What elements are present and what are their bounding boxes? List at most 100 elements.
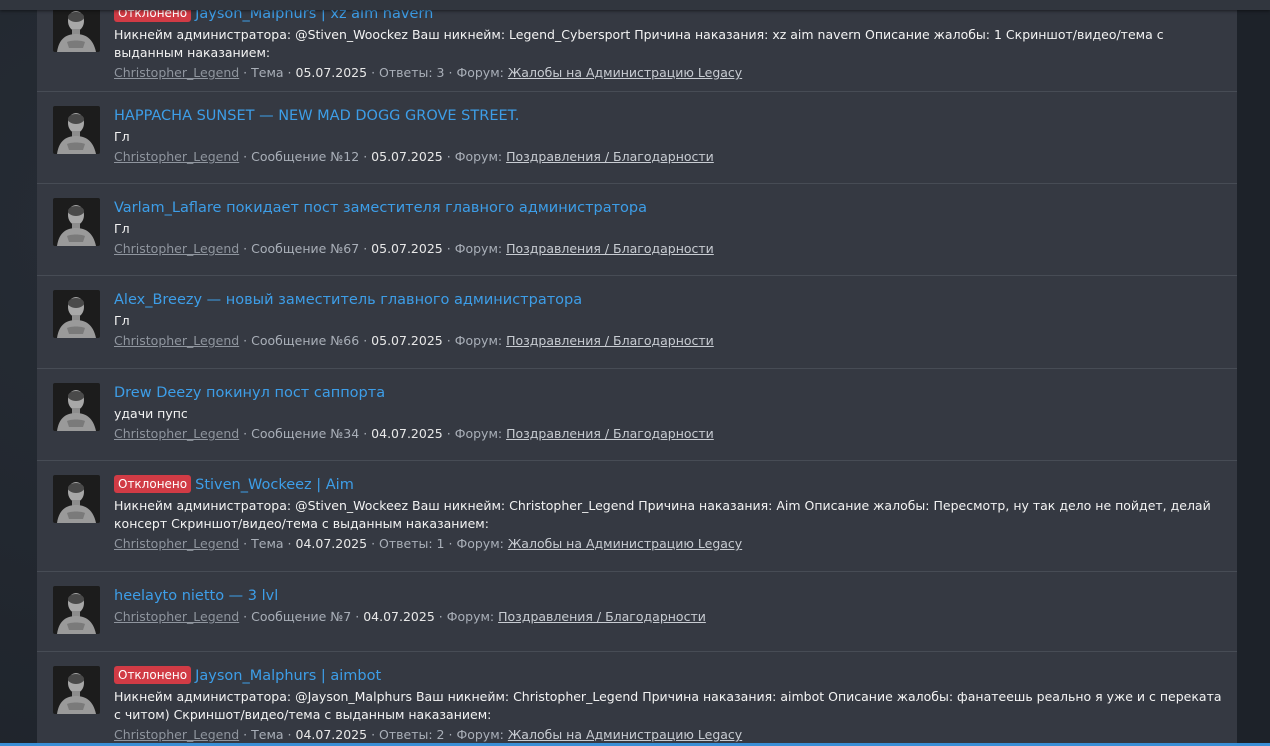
result-date: 05.07.2025 bbox=[371, 149, 443, 164]
avatar[interactable] bbox=[53, 586, 100, 634]
result-title-link[interactable]: HAPPACHA SUNSET — NEW MAD DOGG GROVE STR… bbox=[114, 108, 519, 124]
result-snippet: Гл bbox=[114, 313, 130, 328]
author-link[interactable]: Christopher_Legend bbox=[114, 149, 239, 164]
result-content: Отклонено Jayson_Malphurs | aimbot Никней… bbox=[114, 664, 1225, 744]
forum-link[interactable]: Поздравления / Благодарности bbox=[506, 426, 714, 441]
result-meta: Christopher_Legend · Сообщение №12 · 05.… bbox=[114, 149, 714, 164]
result-snippet: Никнейм администратора: @Jayson_Malphurs… bbox=[114, 689, 1222, 722]
forum-link[interactable]: Поздравления / Благодарности bbox=[506, 333, 714, 348]
search-result: Отклонено Stiven_Wockeez | Aim Никнейм ад… bbox=[37, 461, 1237, 572]
result-type: Тема bbox=[251, 727, 284, 742]
result-title-link[interactable]: Alex_Breezy — новый заместитель главного… bbox=[114, 292, 582, 308]
author-link[interactable]: Christopher_Legend bbox=[114, 65, 239, 80]
search-results-list: Отклонено Jayson_Malphurs | xz aim navern… bbox=[37, 0, 1237, 746]
result-snippet: Гл bbox=[114, 221, 130, 236]
result-date: 04.07.2025 bbox=[295, 727, 368, 742]
result-date: 05.07.2025 bbox=[371, 241, 443, 256]
result-content: Varlam_Laflare покидает пост заместителя… bbox=[114, 196, 1225, 258]
forum-link[interactable]: Жалобы на Администрацию Legacy bbox=[508, 65, 742, 80]
search-result: Отклонено Jayson_Malphurs | aimbot Никней… bbox=[37, 652, 1237, 746]
result-title-line: heelayto nietto — 3 lvl bbox=[114, 584, 1225, 606]
result-meta: Christopher_Legend · Сообщение №7 · 04.0… bbox=[114, 609, 706, 624]
author-link[interactable]: Christopher_Legend bbox=[114, 333, 239, 348]
result-type: Тема bbox=[251, 65, 284, 80]
result-title-line: Отклонено Jayson_Malphurs | aimbot bbox=[114, 664, 1225, 686]
avatar[interactable] bbox=[53, 475, 100, 523]
result-type: Сообщение №7 bbox=[251, 609, 352, 624]
forum-label: Форум: bbox=[456, 536, 504, 551]
result-content: HAPPACHA SUNSET — NEW MAD DOGG GROVE STR… bbox=[114, 104, 1225, 166]
reply-count: Ответы: 2 bbox=[379, 727, 445, 742]
result-date: 04.07.2025 bbox=[295, 536, 368, 551]
avatar[interactable] bbox=[53, 106, 100, 154]
result-snippet: Никнейм администратора: @Stiven_Wockeez … bbox=[114, 498, 1211, 531]
search-results-panel: Отклонено Jayson_Malphurs | xz aim navern… bbox=[37, 0, 1237, 746]
forum-label: Форум: bbox=[454, 426, 503, 441]
result-type: Сообщение №67 bbox=[251, 241, 360, 256]
forum-label: Форум: bbox=[446, 609, 495, 624]
author-link[interactable]: Christopher_Legend bbox=[114, 727, 239, 742]
result-meta: Christopher_Legend · Тема · 04.07.2025 ·… bbox=[114, 727, 743, 742]
result-meta: Christopher_Legend · Тема · 05.07.2025 ·… bbox=[114, 65, 743, 80]
result-content: Drew Deezy покинул пост саппорта удачи п… bbox=[114, 381, 1225, 443]
result-type: Сообщение №12 bbox=[251, 149, 360, 164]
author-link[interactable]: Christopher_Legend bbox=[114, 241, 239, 256]
avatar[interactable] bbox=[53, 198, 100, 246]
reply-count: Ответы: 3 bbox=[379, 65, 445, 80]
result-date: 05.07.2025 bbox=[371, 333, 443, 348]
result-type: Сообщение №34 bbox=[251, 426, 360, 441]
search-result: heelayto nietto — 3 lvl Christopher_Lege… bbox=[37, 572, 1237, 652]
avatar[interactable] bbox=[53, 290, 100, 338]
result-snippet: удачи пупс bbox=[114, 406, 188, 421]
status-badge: Отклонено bbox=[114, 475, 192, 493]
search-result: Alex_Breezy — новый заместитель главного… bbox=[37, 276, 1237, 369]
author-link[interactable]: Christopher_Legend bbox=[114, 426, 239, 441]
forum-link[interactable]: Жалобы на Администрацию Legacy bbox=[508, 536, 742, 551]
result-title-link[interactable]: Stiven_Wockeez | Aim bbox=[195, 477, 354, 493]
result-meta: Christopher_Legend · Сообщение №34 · 04.… bbox=[114, 426, 714, 441]
result-snippet: Гл bbox=[114, 129, 130, 144]
reply-count: Ответы: 1 bbox=[379, 536, 445, 551]
forum-label: Форум: bbox=[454, 149, 503, 164]
forum-label: Форум: bbox=[456, 727, 504, 742]
avatar[interactable] bbox=[53, 666, 100, 714]
result-snippet: Никнейм администратора: @Stiven_Woockez … bbox=[114, 27, 1164, 60]
result-title-link[interactable]: Varlam_Laflare покидает пост заместителя… bbox=[114, 200, 647, 216]
forum-label: Форум: bbox=[456, 65, 504, 80]
result-title-line: Alex_Breezy — новый заместитель главного… bbox=[114, 288, 1225, 310]
status-badge: Отклонено bbox=[114, 666, 192, 684]
author-link[interactable]: Christopher_Legend bbox=[114, 536, 239, 551]
result-title-line: Отклонено Stiven_Wockeez | Aim bbox=[114, 473, 1225, 495]
forum-link[interactable]: Поздравления / Благодарности bbox=[506, 149, 714, 164]
forum-link[interactable]: Поздравления / Благодарности bbox=[498, 609, 706, 624]
author-link[interactable]: Christopher_Legend bbox=[114, 609, 239, 624]
result-date: 05.07.2025 bbox=[295, 65, 368, 80]
search-result: Varlam_Laflare покидает пост заместителя… bbox=[37, 184, 1237, 276]
result-meta: Christopher_Legend · Тема · 04.07.2025 ·… bbox=[114, 536, 743, 551]
forum-label: Форум: bbox=[454, 333, 503, 348]
result-type: Сообщение №66 bbox=[251, 333, 360, 348]
avatar[interactable] bbox=[53, 383, 100, 431]
result-title-link[interactable]: Drew Deezy покинул пост саппорта bbox=[114, 385, 385, 401]
result-meta: Christopher_Legend · Сообщение №67 · 05.… bbox=[114, 241, 714, 256]
result-date: 04.07.2025 bbox=[371, 426, 443, 441]
result-title-line: Varlam_Laflare покидает пост заместителя… bbox=[114, 196, 1225, 218]
forum-link[interactable]: Поздравления / Благодарности bbox=[506, 241, 714, 256]
result-content: heelayto nietto — 3 lvl Christopher_Lege… bbox=[114, 584, 1225, 626]
avatar[interactable] bbox=[53, 4, 100, 52]
search-result: Drew Deezy покинул пост саппорта удачи п… bbox=[37, 369, 1237, 461]
forum-link[interactable]: Жалобы на Администрацию Legacy bbox=[508, 727, 742, 742]
top-bar bbox=[0, 0, 1270, 10]
result-meta: Christopher_Legend · Сообщение №66 · 05.… bbox=[114, 333, 714, 348]
result-title-link[interactable]: Jayson_Malphurs | aimbot bbox=[195, 668, 381, 684]
result-type: Тема bbox=[251, 536, 284, 551]
result-title-line: Drew Deezy покинул пост саппорта bbox=[114, 381, 1225, 403]
forum-label: Форум: bbox=[454, 241, 503, 256]
search-result: HAPPACHA SUNSET — NEW MAD DOGG GROVE STR… bbox=[37, 92, 1237, 184]
result-content: Alex_Breezy — новый заместитель главного… bbox=[114, 288, 1225, 350]
result-content: Отклонено Jayson_Malphurs | xz aim navern… bbox=[114, 2, 1225, 82]
result-date: 04.07.2025 bbox=[363, 609, 435, 624]
result-content: Отклонено Stiven_Wockeez | Aim Никнейм ад… bbox=[114, 473, 1225, 553]
search-result: Отклонено Jayson_Malphurs | xz aim navern… bbox=[37, 0, 1237, 92]
result-title-link[interactable]: heelayto nietto — 3 lvl bbox=[114, 588, 278, 604]
